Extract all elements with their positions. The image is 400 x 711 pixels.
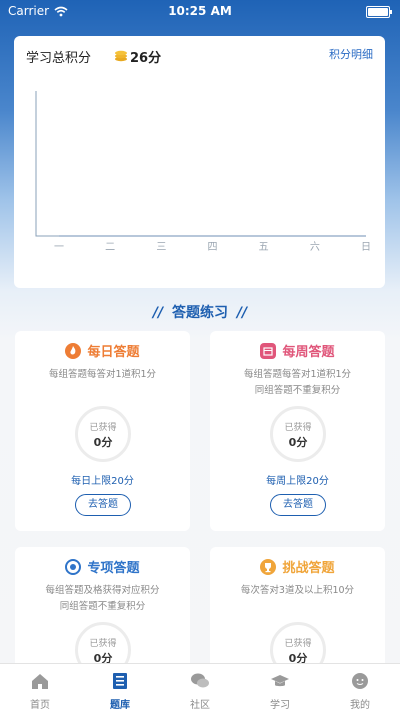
card-title: 专项答题 [87,561,140,576]
calendar-icon [260,342,277,359]
card-header: 挑战答题 [210,557,385,576]
card-desc-line: 每组答题每答对1道积1分 [48,369,157,380]
score-card: 学习总积分 26分 积分明细 一二三四五六日 [14,36,385,288]
card-header: 专项答题 [15,557,190,576]
weekly-points-chart: 一二三四五六日 [35,91,371,253]
x-tick-label: 二 [105,242,115,253]
trophy-icon [260,558,277,575]
question-bank-icon [113,673,127,689]
daily-limit: 每日上限20分 [71,476,134,487]
start-weekly-quiz-button[interactable]: 去答题 [270,494,326,516]
ring-label: 已获得 [284,639,312,649]
target-icon [65,558,82,575]
x-tick-label: 四 [208,242,218,253]
card-description: 每组答题及格获得对应积分 同组答题不重复积分 [21,583,184,615]
battery-icon [366,6,392,18]
start-daily-quiz-button[interactable]: 去答题 [75,494,131,516]
tab-question-bank[interactable]: 题库 [80,664,160,711]
tab-label: 题库 [110,700,130,711]
x-tick-label: 三 [156,242,166,253]
progress-ring: 已获得 0分 [270,406,326,462]
x-tick-label: 六 [310,241,320,253]
x-tick-label: 日 [361,242,371,253]
section-heading: // 答题练习 // [0,302,400,322]
card-desc-line: 同组答题不重复积分 [59,601,146,612]
ring-label: 已获得 [89,639,117,649]
ring-value: 0分 [288,436,308,449]
tab-home[interactable]: 首页 [0,664,80,711]
tab-community[interactable]: 社区 [160,664,240,711]
heading-deco-right: // [236,305,248,321]
profile-icon [352,673,368,689]
tab-label: 我的 [350,700,370,711]
weekly-quiz-card[interactable]: 每周答题 每组答题每答对1道积1分 同组答题不重复积分 已获得 0分 每周上限2… [210,331,385,531]
tab-profile[interactable]: 我的 [320,664,400,711]
card-title: 每日答题 [87,345,140,360]
card-desc-line: 每组答题及格获得对应积分 [45,585,160,596]
status-bar: Carrier 10:25 AM [0,0,400,22]
tab-label: 首页 [30,700,50,711]
card-title: 挑战答题 [282,561,335,576]
card-header: 每日答题 [15,341,190,360]
status-time: 10:25 AM [168,4,232,18]
ring-label: 已获得 [89,423,117,433]
flame-icon [65,342,82,359]
special-quiz-card[interactable]: 专项答题 每组答题及格获得对应积分 同组答题不重复积分 已获得 0分 [15,547,190,678]
tab-label: 社区 [190,700,210,711]
graduation-cap-icon [271,675,289,687]
progress-ring: 已获得 0分 [75,406,131,462]
home-icon [32,674,48,689]
x-tick-label: 五 [259,242,269,253]
card-desc-line: 每组答题每答对1道积1分 [243,369,352,380]
x-tick-label: 一 [54,242,64,253]
chat-icon [191,673,209,688]
card-description: 每组答题每答对1道积1分 [21,367,184,383]
card-header: 每周答题 [210,341,385,360]
card-desc-line: 每次答对3道及以上积10分 [240,585,355,596]
card-description: 每次答对3道及以上积10分 [216,583,379,599]
weekly-limit: 每周上限20分 [266,476,329,487]
card-description: 每组答题每答对1道积1分 同组答题不重复积分 [216,367,379,399]
heading-deco-left: // [152,305,164,321]
chart-axes [35,91,366,237]
section-title: 答题练习 [172,305,228,321]
challenge-quiz-card[interactable]: 挑战答题 每次答对3道及以上积10分 已获得 0分 [210,547,385,678]
card-desc-line: 同组答题不重复积分 [254,385,341,396]
ring-value: 0分 [93,436,113,449]
ring-label: 已获得 [284,423,312,433]
bottom-tab-bar: 首页 题库 社区 学习 我的 [0,663,400,711]
tab-label: 学习 [270,700,290,711]
tab-study[interactable]: 学习 [240,664,320,711]
card-title: 每周答题 [282,345,335,360]
daily-quiz-card[interactable]: 每日答题 每组答题每答对1道积1分 已获得 0分 每日上限20分 去答题 [15,331,190,531]
